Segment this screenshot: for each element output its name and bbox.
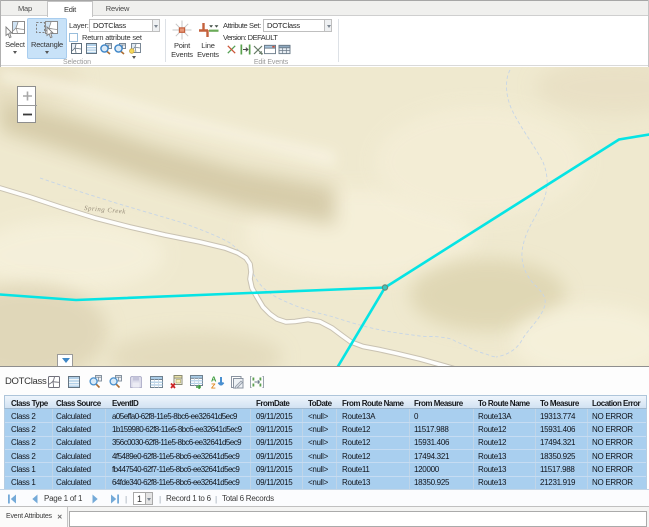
svg-text:Z: Z [211,382,216,390]
